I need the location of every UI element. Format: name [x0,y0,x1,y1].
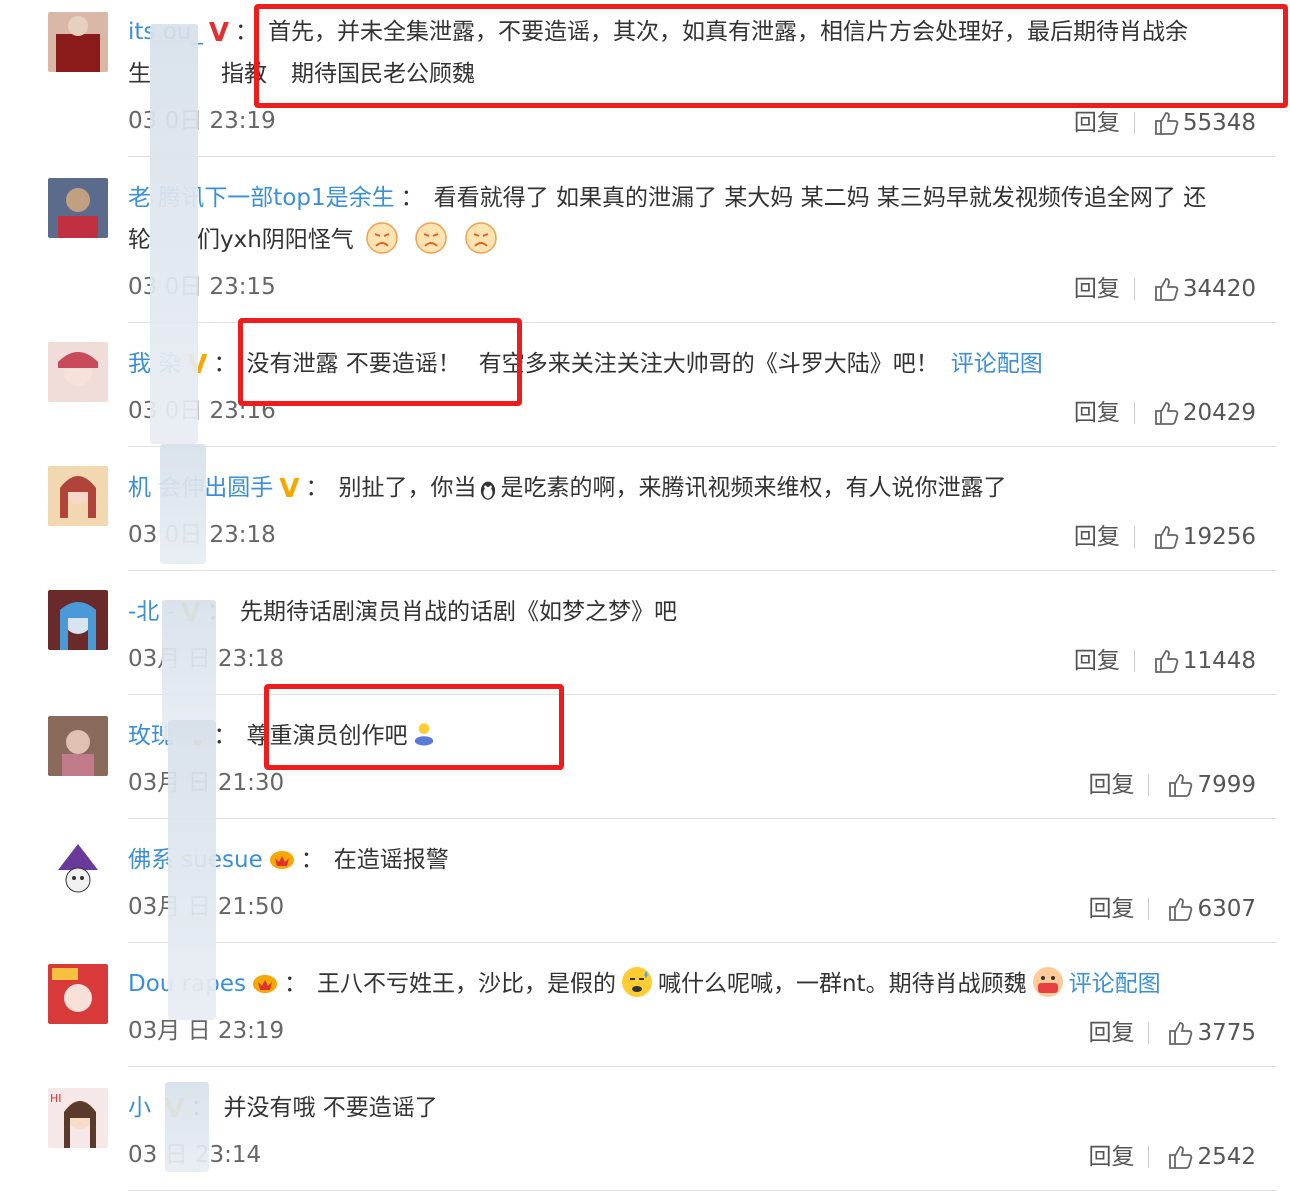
thumbs-up-icon[interactable] [1153,524,1179,550]
divider [128,1190,1276,1191]
like-count: 6307 [1197,896,1256,922]
comment-image-link[interactable]: 评论配图 [1069,971,1161,997]
avatar[interactable]: HI [48,1088,108,1148]
privacy-blur [150,24,198,444]
mask-face-icon [1032,967,1063,997]
like-count: 20429 [1182,400,1256,426]
comment-text: 首先，并未全集泄露，不要造谣，其次，如真有泄露，相信片方会处理好，最后期待肖战余 [267,19,1188,45]
reply-button[interactable]: 回复 [1074,522,1120,552]
reply-button[interactable]: 回复 [1088,770,1134,800]
thumbs-up-icon[interactable] [1167,772,1193,798]
divider [128,694,1276,695]
reply-button[interactable]: 回复 [1088,1142,1134,1172]
comment-text: 先期待话剧演员肖战的话剧《如梦之梦》吧 [240,599,678,625]
sweat-face-icon [621,967,652,997]
comment-text-cont: 期待国民老公顾魏 [291,61,475,87]
thumbs-up-icon[interactable] [1153,648,1179,674]
privacy-blur [162,600,216,740]
avatar[interactable] [48,964,108,1024]
avatar[interactable] [48,12,108,72]
angry-face-icon [415,222,448,254]
like-count: 55348 [1182,110,1256,136]
like-count: 34420 [1182,276,1256,302]
reply-button[interactable]: 回复 [1074,108,1120,138]
divider [128,322,1276,323]
divider [128,570,1276,571]
like-count: 11448 [1182,648,1256,674]
divider [128,446,1276,447]
comment-text-cont: 指教 [221,61,267,87]
username-link[interactable]: 小 [128,1095,158,1121]
like-count: 7999 [1197,772,1256,798]
divider [128,156,1276,157]
avatar[interactable] [48,178,108,238]
meditate-emoji-icon [415,723,434,746]
comment-text: 尊重演员创作吧 [246,723,408,749]
comment-text: 没有泄露 不要造谣！ [246,351,461,377]
vip-badge: V [208,18,229,48]
comment-text-cont: 是吃素的啊，来腾讯视频来维权，有人说你泄露了 [500,475,1007,501]
avatar[interactable] [48,840,108,900]
divider [128,1066,1276,1067]
timestamp: 03月 日 23:19 [128,1018,285,1044]
reply-button[interactable]: 回复 [1074,274,1120,304]
comment-text: 在造谣报警 [333,847,449,873]
comment-text-cont: 们yxh阴阳怪气 [197,227,354,253]
penguin-icon [481,481,496,500]
avatar[interactable] [48,716,108,776]
thumbs-up-icon[interactable] [1153,276,1179,302]
angry-face-icon [366,222,398,254]
reply-button[interactable]: 回复 [1074,646,1120,676]
thumbs-up-icon[interactable] [1167,1020,1193,1046]
vip-badge: V [279,474,300,504]
avatar[interactable] [48,590,108,650]
thumbs-up-icon[interactable] [1153,110,1179,136]
angry-face-icon [465,222,497,254]
svg-text:HI: HI [50,1092,62,1105]
reply-button[interactable]: 回复 [1088,1018,1134,1048]
like-count: 2542 [1197,1144,1256,1170]
comment-text-extra: 有空多来关注关注大帅哥的《斗罗大陆》吧！ [478,351,939,377]
crown-badge-icon [252,975,277,993]
comment-image-link[interactable]: 评论配图 [951,351,1043,377]
avatar[interactable] [48,466,108,526]
thumbs-up-icon[interactable] [1153,400,1179,426]
divider [128,818,1276,819]
like-count: 3775 [1197,1020,1256,1046]
divider [128,942,1276,943]
privacy-blur [160,444,206,564]
comment-text-cont: 轮 [128,227,151,253]
comment-text: 看看就得了 如果真的泄漏了 某大妈 某二妈 某三妈早就发视频传追全网了 还 [433,185,1207,211]
like-count: 19256 [1182,524,1256,550]
reply-button[interactable]: 回复 [1074,398,1120,428]
thumbs-up-icon[interactable] [1167,1144,1193,1170]
privacy-blur [168,720,216,1020]
thumbs-up-icon[interactable] [1167,896,1193,922]
comment-text-cont: 生 [128,61,151,87]
comment-text-cont: 喊什么呢喊，一群nt。期待肖战顾魏 [657,971,1027,997]
privacy-blur [165,1082,209,1172]
comment-text: 别扯了，你当 [338,475,477,501]
comment-text: 并没有哦 不要造谣了 [223,1095,438,1121]
reply-button[interactable]: 回复 [1088,894,1134,924]
crown-badge-icon [269,851,294,869]
comment-text: 王八不亏姓王，沙比，是假的 [316,971,616,997]
avatar[interactable] [48,342,108,402]
